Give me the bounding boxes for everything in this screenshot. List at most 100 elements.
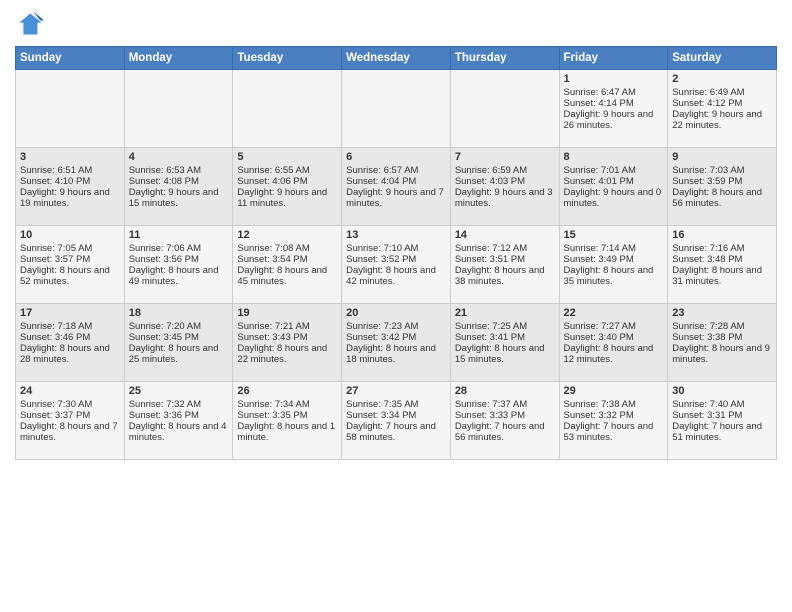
day-info-line: Sunrise: 7:35 AM [346, 399, 446, 410]
calendar-cell: 4Sunrise: 6:53 AMSunset: 4:08 PMDaylight… [124, 148, 233, 226]
day-info-line: Sunrise: 7:23 AM [346, 321, 446, 332]
calendar-cell: 9Sunrise: 7:03 AMSunset: 3:59 PMDaylight… [668, 148, 777, 226]
header-day-sunday: Sunday [16, 47, 125, 70]
calendar-cell: 3Sunrise: 6:51 AMSunset: 4:10 PMDaylight… [16, 148, 125, 226]
calendar-cell: 22Sunrise: 7:27 AMSunset: 3:40 PMDayligh… [559, 304, 668, 382]
day-info-line: Daylight: 8 hours and 56 minutes. [672, 187, 772, 209]
day-number: 21 [455, 307, 555, 319]
calendar-cell [233, 70, 342, 148]
day-info-line: Daylight: 8 hours and 1 minute. [237, 421, 337, 443]
calendar-cell: 20Sunrise: 7:23 AMSunset: 3:42 PMDayligh… [342, 304, 451, 382]
day-number: 8 [564, 151, 664, 163]
day-info-line: Daylight: 8 hours and 35 minutes. [564, 265, 664, 287]
day-info-line: Sunset: 3:40 PM [564, 332, 664, 343]
day-info-line: Sunrise: 7:37 AM [455, 399, 555, 410]
day-info-line: Sunset: 3:37 PM [20, 410, 120, 421]
day-info-line: Daylight: 8 hours and 52 minutes. [20, 265, 120, 287]
day-info-line: Sunrise: 7:06 AM [129, 243, 229, 254]
header-day-friday: Friday [559, 47, 668, 70]
calendar-cell: 1Sunrise: 6:47 AMSunset: 4:14 PMDaylight… [559, 70, 668, 148]
day-info-line: Sunrise: 7:08 AM [237, 243, 337, 254]
day-number: 25 [129, 385, 229, 397]
day-info-line: Daylight: 8 hours and 45 minutes. [237, 265, 337, 287]
day-info-line: Daylight: 8 hours and 12 minutes. [564, 343, 664, 365]
day-number: 10 [20, 229, 120, 241]
day-info-line: Sunrise: 7:34 AM [237, 399, 337, 410]
header-row: SundayMondayTuesdayWednesdayThursdayFrid… [16, 47, 777, 70]
day-info-line: Sunrise: 6:55 AM [237, 165, 337, 176]
day-info-line: Daylight: 9 hours and 22 minutes. [672, 109, 772, 131]
day-number: 5 [237, 151, 337, 163]
day-info-line: Sunrise: 6:47 AM [564, 87, 664, 98]
day-info-line: Daylight: 8 hours and 49 minutes. [129, 265, 229, 287]
calendar-cell [16, 70, 125, 148]
calendar-cell [342, 70, 451, 148]
day-info-line: Sunset: 3:34 PM [346, 410, 446, 421]
day-number: 14 [455, 229, 555, 241]
calendar-cell [450, 70, 559, 148]
calendar-cell: 12 Sunrise: 7:08 AMSunset: 3:54 PMDayligh… [233, 226, 342, 304]
day-info-line: Daylight: 9 hours and 26 minutes. [564, 109, 664, 131]
day-info-line: Daylight: 9 hours and 11 minutes. [237, 187, 337, 209]
day-info-line: Sunset: 3:41 PM [455, 332, 555, 343]
day-info-line: Daylight: 9 hours and 7 minutes. [346, 187, 446, 209]
calendar-cell: 7Sunrise: 6:59 AMSunset: 4:03 PMDaylight… [450, 148, 559, 226]
calendar-cell: 15Sunrise: 7:14 AMSunset: 3:49 PMDayligh… [559, 226, 668, 304]
calendar-cell: 27 Sunrise: 7:35 AMSunset: 3:34 PMDayligh… [342, 382, 451, 460]
page: SundayMondayTuesdayWednesdayThursdayFrid… [0, 0, 792, 612]
day-info-line: Sunset: 3:45 PM [129, 332, 229, 343]
day-info-line: Daylight: 7 hours and 58 minutes. [346, 421, 446, 443]
calendar-cell: 30Sunrise: 7:40 AMSunset: 3:31 PMDayligh… [668, 382, 777, 460]
day-number: 7 [455, 151, 555, 163]
calendar-cell: 29Sunrise: 7:38 AMSunset: 3:32 PMDayligh… [559, 382, 668, 460]
day-info-line: Sunset: 3:32 PM [564, 410, 664, 421]
day-info-line: Sunrise: 6:59 AM [455, 165, 555, 176]
calendar-cell: 10Sunrise: 7:05 AMSunset: 3:57 PMDayligh… [16, 226, 125, 304]
calendar-cell: 14Sunrise: 7:12 AMSunset: 3:51 PMDayligh… [450, 226, 559, 304]
day-info-line: Sunrise: 7:01 AM [564, 165, 664, 176]
day-number: 19 [237, 307, 337, 319]
day-info-line: Daylight: 7 hours and 51 minutes. [672, 421, 772, 443]
calendar-cell: 23Sunrise: 7:28 AMSunset: 3:38 PMDayligh… [668, 304, 777, 382]
calendar-cell: 6Sunrise: 6:57 AMSunset: 4:04 PMDaylight… [342, 148, 451, 226]
calendar-cell: 19Sunrise: 7:21 AMSunset: 3:43 PMDayligh… [233, 304, 342, 382]
header-day-saturday: Saturday [668, 47, 777, 70]
day-info-line: Sunset: 3:57 PM [20, 254, 120, 265]
day-info-line: Daylight: 8 hours and 38 minutes. [455, 265, 555, 287]
calendar-cell: 5Sunrise: 6:55 AMSunset: 4:06 PMDaylight… [233, 148, 342, 226]
day-info-line: Sunset: 3:46 PM [20, 332, 120, 343]
day-info-line: Sunrise: 7:28 AM [672, 321, 772, 332]
day-info-line: Sunset: 3:33 PM [455, 410, 555, 421]
day-info-line: Sunset: 3:31 PM [672, 410, 772, 421]
day-info-line: Sunrise: 7:14 AM [564, 243, 664, 254]
day-info-line: Daylight: 8 hours and 4 minutes. [129, 421, 229, 443]
day-info-line: Daylight: 9 hours and 3 minutes. [455, 187, 555, 209]
calendar-cell [124, 70, 233, 148]
day-number: 18 [129, 307, 229, 319]
day-info-line: Sunset: 4:10 PM [20, 176, 120, 187]
calendar-table: SundayMondayTuesdayWednesdayThursdayFrid… [15, 46, 777, 460]
day-number: 23 [672, 307, 772, 319]
day-info-line: Sunrise: 7:03 AM [672, 165, 772, 176]
day-info-line: Daylight: 7 hours and 56 minutes. [455, 421, 555, 443]
day-info-line: Daylight: 7 hours and 53 minutes. [564, 421, 664, 443]
day-number: 9 [672, 151, 772, 163]
day-number: 12 [237, 229, 337, 241]
day-info-line: Sunrise: 7:30 AM [20, 399, 120, 410]
day-info-line: Sunrise: 6:51 AM [20, 165, 120, 176]
calendar-cell: 8Sunrise: 7:01 AMSunset: 4:01 PMDaylight… [559, 148, 668, 226]
day-number: 27 [346, 385, 446, 397]
day-info-line: Sunrise: 7:27 AM [564, 321, 664, 332]
calendar-cell: 24Sunrise: 7:30 AMSunset: 3:37 PMDayligh… [16, 382, 125, 460]
day-info-line: Sunrise: 7:16 AM [672, 243, 772, 254]
day-info-line: Sunset: 3:38 PM [672, 332, 772, 343]
day-number: 15 [564, 229, 664, 241]
header [15, 10, 777, 38]
calendar-cell: 21Sunrise: 7:25 AMSunset: 3:41 PMDayligh… [450, 304, 559, 382]
day-info-line: Daylight: 8 hours and 15 minutes. [455, 343, 555, 365]
day-number: 6 [346, 151, 446, 163]
day-info-line: Sunset: 3:54 PM [237, 254, 337, 265]
day-info-line: Sunset: 3:51 PM [455, 254, 555, 265]
calendar-cell: 18Sunrise: 7:20 AMSunset: 3:45 PMDayligh… [124, 304, 233, 382]
calendar-cell: 28Sunrise: 7:37 AMSunset: 3:33 PMDayligh… [450, 382, 559, 460]
